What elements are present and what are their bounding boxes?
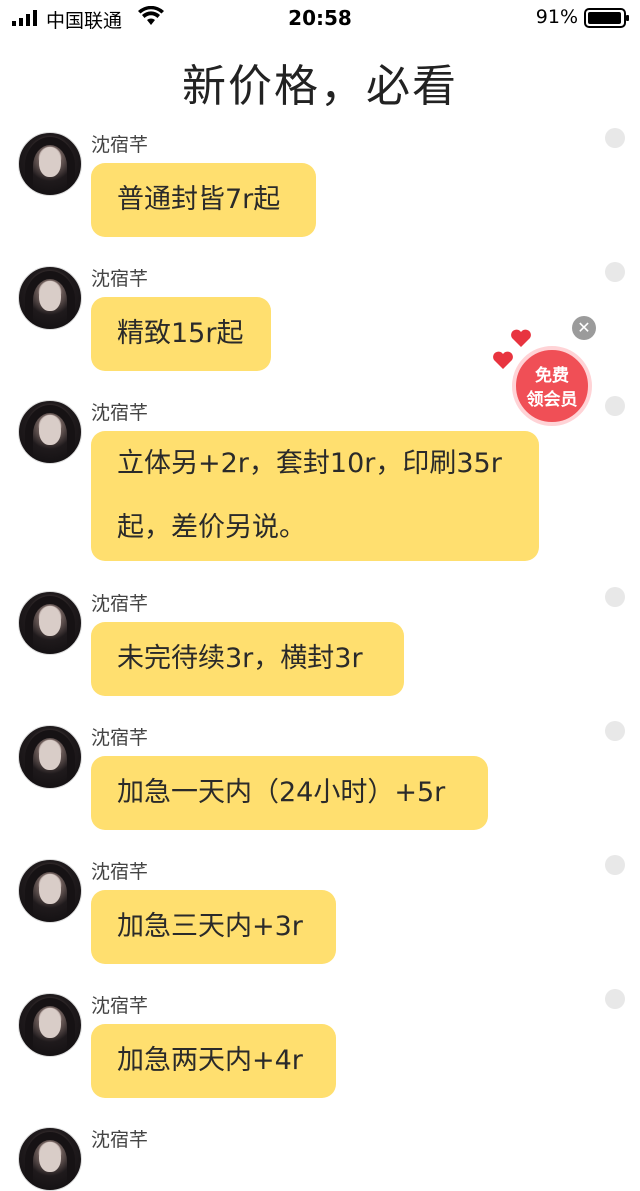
unread-dot [605, 721, 625, 741]
page-title: 新价格，必看 [182, 61, 458, 112]
promo-button[interactable]: 免费 领会员 [512, 346, 592, 426]
avatar[interactable] [18, 400, 82, 464]
sender-name: 沈宿芊 [91, 861, 149, 883]
message-bubble[interactable]: 加急三天内+3r [91, 890, 336, 964]
avatar[interactable] [18, 266, 82, 330]
message-bubble[interactable]: 普通封皆7r起 [91, 163, 316, 237]
heart-icon [493, 351, 513, 369]
sender-name: 沈宿芊 [91, 727, 149, 749]
promo-line: 领会员 [526, 390, 578, 410]
promo-line: 免费 [535, 366, 569, 386]
avatar[interactable] [18, 1127, 82, 1191]
avatar[interactable] [18, 591, 82, 655]
battery-icon [584, 8, 629, 28]
message-line: 起，差价另说。 [117, 512, 306, 543]
sender-name: 沈宿芊 [91, 995, 149, 1017]
message-bubble[interactable]: 加急一天内（24小时）+5r [91, 756, 488, 830]
unread-dot [605, 855, 625, 875]
heart-icon [511, 329, 531, 347]
sender-name: 沈宿芊 [91, 268, 149, 290]
avatar[interactable] [18, 993, 82, 1057]
message-bubble[interactable]: 加急两天内+4r [91, 1024, 336, 1098]
message-line: 立体另+2r，套封10r，印刷35r [117, 448, 502, 479]
close-icon[interactable]: ✕ [572, 316, 596, 340]
unread-dot [605, 262, 625, 282]
avatar[interactable] [18, 725, 82, 789]
sender-name: 沈宿芊 [91, 593, 149, 615]
unread-dot [605, 128, 625, 148]
sender-name: 沈宿芊 [91, 402, 149, 424]
message-bubble[interactable]: 未完待续3r，横封3r [91, 622, 404, 696]
unread-dot [605, 587, 625, 607]
status-bar: 中国联通 20:58 91% [0, 0, 640, 36]
message-bubble[interactable]: 立体另+2r，套封10r，印刷35r 起，差价另说。 [91, 431, 539, 561]
unread-dot [605, 989, 625, 1009]
message-bubble[interactable]: 精致15r起 [91, 297, 271, 371]
sender-name: 沈宿芊 [91, 134, 149, 156]
avatar[interactable] [18, 859, 82, 923]
battery-percent: 91% [535, 6, 578, 28]
avatar[interactable] [18, 132, 82, 196]
promo-badge[interactable]: 免费 领会员 ✕ [490, 316, 618, 436]
